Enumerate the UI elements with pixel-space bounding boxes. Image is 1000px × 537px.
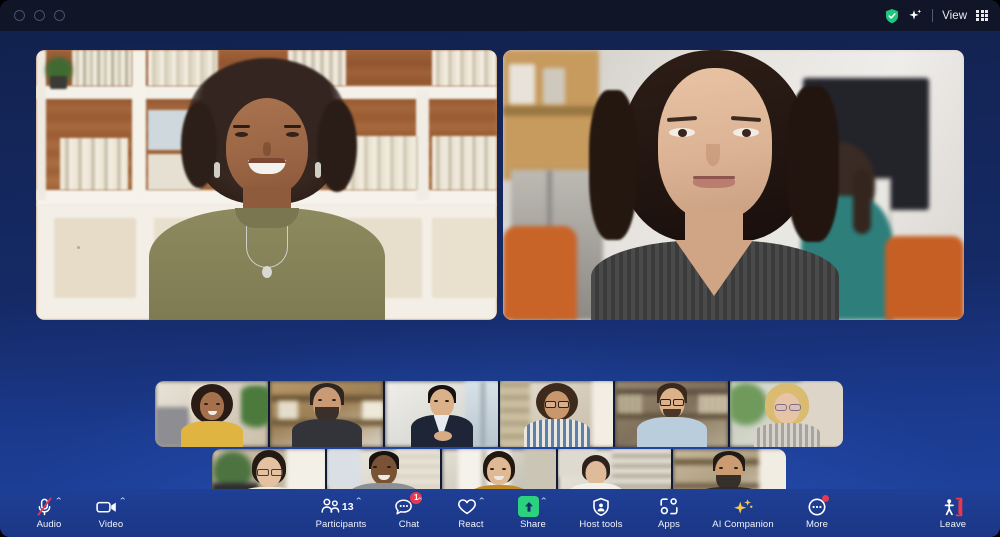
share-button[interactable]: ⌃ Share <box>502 489 564 537</box>
more-notification-dot <box>822 495 829 502</box>
react-label: React <box>458 519 484 530</box>
video-feed-man-beard-dark-tshirt <box>270 381 383 447</box>
video-icon-row: ⌃ <box>96 496 127 517</box>
zoom-meeting-window: View ⌃ Audio ⌃ Video 13 ⌃ Participants 1… <box>0 0 1000 537</box>
more-button[interactable]: More <box>786 489 848 537</box>
react-icon-row: ⌃ <box>457 496 486 517</box>
video-feed-woman-yellow-sweater <box>155 381 268 447</box>
window-close-button[interactable] <box>14 10 25 21</box>
toolbar-center-group: 13 ⌃ Participants 1 ⌃ Chat ⌃ React ⌃ Sha… <box>304 489 848 537</box>
main-video-tile-2[interactable] <box>503 50 964 320</box>
host-tools-label: Host tools <box>579 519 623 530</box>
audio-button[interactable]: ⌃ Audio <box>18 489 80 537</box>
host-tools-icon-row <box>592 496 610 517</box>
chat-label: Chat <box>398 519 420 530</box>
participants-count: 13 <box>341 500 354 513</box>
video-feed-man-glasses-light-blue-shirt <box>615 381 728 447</box>
traffic-lights <box>14 10 65 21</box>
participants-button[interactable]: 13 ⌃ Participants <box>304 489 378 537</box>
chat-caret-icon[interactable]: ⌃ <box>416 497 425 506</box>
microphone-muted-icon[interactable] <box>35 496 54 517</box>
grid-icon[interactable] <box>976 9 988 22</box>
thumbnail-tile[interactable] <box>672 449 786 489</box>
thumbnail-tile[interactable] <box>615 381 728 447</box>
thumbnail-tile[interactable] <box>155 381 268 447</box>
react-button[interactable]: ⌃ React <box>440 489 502 537</box>
leave-button[interactable]: Leave <box>922 489 984 537</box>
react-caret-icon[interactable]: ⌃ <box>477 497 486 506</box>
thumbnail-tile[interactable] <box>730 381 843 447</box>
video-feed-man-navy-blazer <box>385 381 498 447</box>
video-feed-woman-blonde-glasses <box>730 381 843 447</box>
main-video-row <box>36 50 964 320</box>
leave-icon-row <box>942 496 964 517</box>
titlebar-right-controls: View <box>884 7 988 24</box>
video-feed-woman-curly-hair <box>36 50 497 320</box>
window-minimize-button[interactable] <box>34 10 45 21</box>
shield-check-icon[interactable] <box>884 7 899 24</box>
leave-door-icon[interactable] <box>942 496 964 517</box>
titlebar-divider <box>932 9 934 22</box>
share-screen-icon[interactable] <box>518 496 540 517</box>
camera-icon[interactable] <box>96 496 118 517</box>
participants-caret-icon[interactable]: ⌃ <box>354 497 363 506</box>
thumbnail-tile[interactable] <box>385 381 498 447</box>
audio-icon-row: ⌃ <box>35 496 63 517</box>
toolbar-right-group: Leave <box>922 489 984 537</box>
thumbnail-tile[interactable] <box>557 449 671 489</box>
video-feed-woman-mustard-top <box>442 449 556 489</box>
heart-icon[interactable] <box>457 496 477 517</box>
main-video-tile-1[interactable] <box>36 50 497 320</box>
video-feed-woman-glasses-curly <box>500 381 613 447</box>
video-feed-man-grey-shirt-brick <box>327 449 441 489</box>
leave-label: Leave <box>939 519 967 530</box>
chat-icon-row: 1 ⌃ <box>394 492 425 517</box>
ai-companion-button[interactable]: AI Companion <box>700 489 786 537</box>
sparkle-icon[interactable] <box>908 8 923 24</box>
video-button[interactable]: ⌃ Video <box>80 489 142 537</box>
audio-label: Audio <box>36 519 62 530</box>
apps-icon-row <box>659 496 679 517</box>
chat-button[interactable]: 1 ⌃ Chat <box>378 489 440 537</box>
meeting-stage <box>0 31 1000 489</box>
thumbnail-tile[interactable] <box>442 449 556 489</box>
people-icon[interactable] <box>320 496 341 517</box>
ai-companion-icon-row <box>732 496 754 517</box>
filmstrip-row-1 <box>155 381 843 447</box>
shield-icon[interactable] <box>592 496 610 517</box>
apps-icon[interactable] <box>659 496 679 517</box>
participants-label: Participants <box>315 519 367 530</box>
filmstrip-row-2 <box>212 449 786 489</box>
window-titlebar: View <box>0 0 1000 31</box>
apps-button[interactable]: Apps <box>638 489 700 537</box>
more-icon-row <box>807 495 829 517</box>
share-icon-row: ⌃ <box>518 496 548 517</box>
thumbnail-tile[interactable] <box>327 449 441 489</box>
apps-label: Apps <box>657 519 681 530</box>
video-label: Video <box>98 519 124 530</box>
more-label: More <box>805 519 829 530</box>
video-feed-man-beard-black-tshirt <box>672 449 786 489</box>
video-feed-woman-glasses-polka-top <box>212 449 326 489</box>
toolbar-left-group: ⌃ Audio ⌃ Video <box>18 489 142 537</box>
ai-companion-label: AI Companion <box>712 519 774 530</box>
participants-icon-row: 13 ⌃ <box>320 496 363 517</box>
share-caret-icon[interactable]: ⌃ <box>540 497 549 506</box>
meeting-toolbar: ⌃ Audio ⌃ Video 13 ⌃ Participants 1 ⌃ Ch… <box>0 489 1000 537</box>
video-feed-woman-dark-bob <box>503 50 964 320</box>
view-label[interactable]: View <box>942 10 967 22</box>
window-maximize-button[interactable] <box>54 10 65 21</box>
video-caret-icon[interactable]: ⌃ <box>118 497 127 506</box>
chat-bubble-icon[interactable]: 1 <box>394 492 423 517</box>
thumbnail-tile[interactable] <box>212 449 326 489</box>
sparkles-icon[interactable] <box>732 496 754 517</box>
audio-caret-icon[interactable]: ⌃ <box>55 497 64 506</box>
video-feed-woman-laptop-red-wall <box>557 449 671 489</box>
thumbnail-tile[interactable] <box>500 381 613 447</box>
more-circle-icon[interactable] <box>807 495 829 517</box>
share-label: Share <box>520 519 546 530</box>
thumbnail-tile[interactable] <box>270 381 383 447</box>
host-tools-button[interactable]: Host tools <box>564 489 638 537</box>
